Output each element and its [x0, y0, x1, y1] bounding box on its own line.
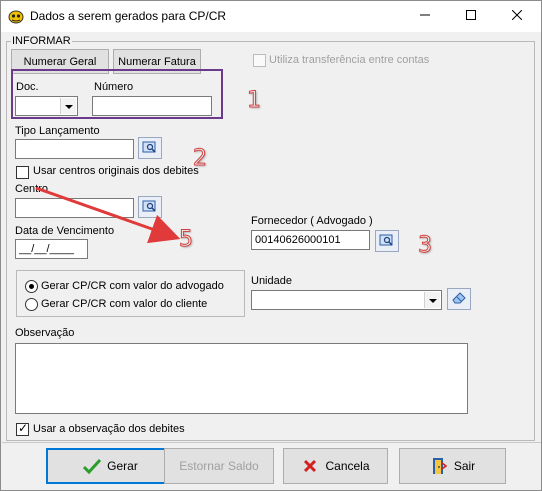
- annotation-number-1: 1: [247, 88, 262, 114]
- transfer-checkbox[interactable]: [253, 54, 266, 67]
- exit-door-icon: [430, 457, 448, 475]
- fornecedor-lookup-button[interactable]: [375, 230, 399, 252]
- centro-label: Centro: [15, 183, 49, 195]
- usar-centros-checkbox[interactable]: [16, 166, 29, 179]
- transfer-checkbox-label: Utiliza transferência entre contas: [269, 54, 430, 66]
- eraser-icon: [451, 291, 467, 307]
- data-vencimento-label: Data de Vencimento: [15, 225, 115, 237]
- gerar-button[interactable]: Gerar: [46, 448, 175, 484]
- annotation-number-5: 5: [179, 227, 194, 253]
- usar-observacao-checkbox[interactable]: [16, 421, 29, 436]
- minimize-icon: [420, 10, 430, 23]
- centro-input[interactable]: [15, 198, 134, 218]
- fornecedor-label: Fornecedor ( Advogado ): [251, 215, 373, 227]
- lookup-icon: [142, 199, 158, 216]
- fornecedor-input[interactable]: [251, 230, 370, 250]
- numero-input[interactable]: [92, 96, 212, 116]
- usar-centros-label: Usar centros originais dos debites: [33, 165, 199, 177]
- checkmark-icon: [83, 457, 102, 475]
- gerar-label: Gerar: [107, 459, 138, 473]
- tipo-lancamento-lookup-button[interactable]: [138, 137, 162, 159]
- title-bar[interactable]: Dados a serem gerados para CP/CR: [1, 1, 541, 32]
- dialog-window: Dados a serem gerados para CP/CR INFORMA…: [0, 0, 542, 491]
- unidade-clear-button[interactable]: [447, 288, 471, 310]
- group-title: INFORMAR: [11, 35, 72, 47]
- app-logo-icon: [8, 8, 24, 24]
- window-title: Dados a serem gerados para CP/CR: [30, 9, 227, 23]
- usar-observacao-label: Usar a observação dos debites: [33, 423, 185, 435]
- chevron-down-icon[interactable]: [60, 98, 76, 114]
- unidade-label: Unidade: [251, 275, 292, 287]
- radio-cliente-label: Gerar CP/CR com valor do cliente: [41, 298, 208, 310]
- lookup-icon: [379, 233, 395, 250]
- sair-label: Sair: [453, 459, 476, 473]
- lookup-icon: [142, 140, 158, 157]
- doc-label: Doc.: [16, 81, 39, 93]
- estornar-label: Estornar Saldo: [179, 459, 259, 473]
- centro-lookup-button[interactable]: [138, 196, 162, 218]
- close-icon: [511, 9, 523, 23]
- cancela-label: Cancela: [325, 459, 370, 473]
- radio-cliente[interactable]: [25, 298, 38, 311]
- data-vencimento-input[interactable]: [15, 239, 88, 259]
- sair-button[interactable]: Sair: [399, 448, 506, 484]
- minimize-button[interactable]: [402, 1, 448, 32]
- radio-advogado[interactable]: [25, 280, 38, 293]
- annotation-number-3: 3: [418, 233, 433, 259]
- tipo-lancamento-input[interactable]: [15, 139, 134, 159]
- annotation-number-2: 2: [193, 146, 208, 172]
- unidade-select[interactable]: [251, 290, 442, 310]
- tipo-lancamento-label: Tipo Lançamento: [15, 125, 100, 137]
- radio-advogado-label: Gerar CP/CR com valor do advogado: [41, 280, 224, 292]
- observacao-textarea[interactable]: [15, 343, 468, 414]
- cancela-button[interactable]: Cancela: [283, 448, 388, 484]
- estornar-saldo-button[interactable]: Estornar Saldo: [164, 448, 274, 484]
- maximize-button[interactable]: [448, 1, 494, 32]
- close-button[interactable]: [494, 1, 540, 32]
- observacao-label: Observação: [15, 327, 75, 339]
- chevron-down-icon[interactable]: [424, 292, 440, 308]
- doc-select[interactable]: [15, 96, 78, 116]
- numero-label: Número: [94, 81, 134, 93]
- cancel-x-icon: [301, 457, 319, 475]
- maximize-icon: [466, 10, 476, 23]
